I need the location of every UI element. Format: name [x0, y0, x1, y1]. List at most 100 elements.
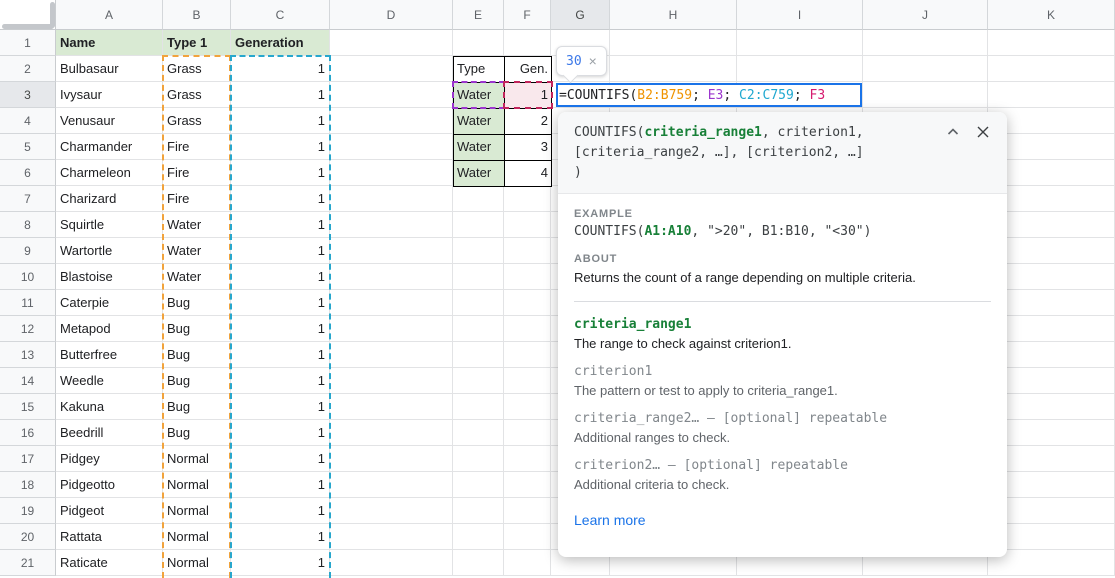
cell-E19[interactable]: [453, 498, 504, 524]
cell-E10[interactable]: [453, 264, 504, 290]
cell-C4[interactable]: 1: [231, 108, 330, 134]
cell-D5[interactable]: [330, 134, 453, 160]
cell-D19[interactable]: [330, 498, 453, 524]
cell-H2[interactable]: [610, 56, 737, 82]
cell-A11[interactable]: Caterpie: [56, 290, 163, 316]
cell-K10[interactable]: [988, 264, 1115, 290]
row-header-7[interactable]: 7: [0, 186, 56, 212]
cell-A18[interactable]: Pidgeotto: [56, 472, 163, 498]
cell-F13[interactable]: [504, 342, 551, 368]
chevron-up-icon[interactable]: [945, 124, 961, 140]
cell-D9[interactable]: [330, 238, 453, 264]
col-header-B[interactable]: B: [163, 0, 231, 30]
col-header-E[interactable]: E: [453, 0, 504, 30]
cell-D7[interactable]: [330, 186, 453, 212]
cell-A13[interactable]: Butterfree: [56, 342, 163, 368]
cell-K11[interactable]: [988, 290, 1115, 316]
cell-C5[interactable]: 1: [231, 134, 330, 160]
cell-F4[interactable]: 2: [504, 108, 551, 134]
col-header-K[interactable]: K: [988, 0, 1115, 30]
cell-K12[interactable]: [988, 316, 1115, 342]
row-header-2[interactable]: 2: [0, 56, 56, 82]
cell-B12[interactable]: Bug: [163, 316, 231, 342]
row-header-14[interactable]: 14: [0, 368, 56, 394]
cell-A5[interactable]: Charmander: [56, 134, 163, 160]
cell-F8[interactable]: [504, 212, 551, 238]
row-header-1[interactable]: 1: [0, 30, 56, 56]
cell-A7[interactable]: Charizard: [56, 186, 163, 212]
cell-B16[interactable]: Bug: [163, 420, 231, 446]
row-header-19[interactable]: 19: [0, 498, 56, 524]
cell-A3[interactable]: Ivysaur: [56, 82, 163, 108]
cell-A9[interactable]: Wartortle: [56, 238, 163, 264]
row-header-17[interactable]: 17: [0, 446, 56, 472]
cell-A8[interactable]: Squirtle: [56, 212, 163, 238]
cell-F9[interactable]: [504, 238, 551, 264]
cell-B18[interactable]: Normal: [163, 472, 231, 498]
cell-B8[interactable]: Water: [163, 212, 231, 238]
cell-E5[interactable]: Water: [453, 134, 504, 160]
cell-E16[interactable]: [453, 420, 504, 446]
cell-D12[interactable]: [330, 316, 453, 342]
cell-C20[interactable]: 1: [231, 524, 330, 550]
cell-I2[interactable]: [737, 56, 863, 82]
row-header-20[interactable]: 20: [0, 524, 56, 550]
cell-K7[interactable]: [988, 186, 1115, 212]
cell-B20[interactable]: Normal: [163, 524, 231, 550]
cell-F20[interactable]: [504, 524, 551, 550]
cell-E15[interactable]: [453, 394, 504, 420]
cell-B11[interactable]: Bug: [163, 290, 231, 316]
cell-A6[interactable]: Charmeleon: [56, 160, 163, 186]
select-all-corner[interactable]: [0, 0, 56, 30]
cell-D2[interactable]: [330, 56, 453, 82]
cell-D4[interactable]: [330, 108, 453, 134]
cell-B14[interactable]: Bug: [163, 368, 231, 394]
cell-A17[interactable]: Pidgey: [56, 446, 163, 472]
cell-F15[interactable]: [504, 394, 551, 420]
cell-B10[interactable]: Water: [163, 264, 231, 290]
cell-K4[interactable]: [988, 108, 1115, 134]
cell-A14[interactable]: Weedle: [56, 368, 163, 394]
cell-J2[interactable]: [863, 56, 988, 82]
cell-D11[interactable]: [330, 290, 453, 316]
cell-D13[interactable]: [330, 342, 453, 368]
cell-D10[interactable]: [330, 264, 453, 290]
cell-B5[interactable]: Fire: [163, 134, 231, 160]
cell-C17[interactable]: 1: [231, 446, 330, 472]
row-header-5[interactable]: 5: [0, 134, 56, 160]
row-header-21[interactable]: 21: [0, 550, 56, 576]
cell-A1[interactable]: Name: [56, 30, 163, 56]
cell-K3[interactable]: [988, 82, 1115, 108]
cell-F7[interactable]: [504, 186, 551, 212]
cell-D17[interactable]: [330, 446, 453, 472]
cell-C21[interactable]: 1: [231, 550, 330, 576]
cell-C3[interactable]: 1: [231, 82, 330, 108]
row-header-18[interactable]: 18: [0, 472, 56, 498]
cell-D18[interactable]: [330, 472, 453, 498]
cell-E11[interactable]: [453, 290, 504, 316]
cell-J1[interactable]: [863, 30, 988, 56]
cell-E20[interactable]: [453, 524, 504, 550]
cell-A19[interactable]: Pidgeot: [56, 498, 163, 524]
cell-E21[interactable]: [453, 550, 504, 576]
cell-H1[interactable]: [610, 30, 737, 56]
cell-D21[interactable]: [330, 550, 453, 576]
cell-F18[interactable]: [504, 472, 551, 498]
cell-E2[interactable]: Type: [453, 56, 504, 82]
cell-E13[interactable]: [453, 342, 504, 368]
cell-B19[interactable]: Normal: [163, 498, 231, 524]
cell-B9[interactable]: Water: [163, 238, 231, 264]
cell-C10[interactable]: 1: [231, 264, 330, 290]
cell-B2[interactable]: Grass: [163, 56, 231, 82]
cell-D6[interactable]: [330, 160, 453, 186]
cell-F3[interactable]: 1: [504, 82, 551, 108]
cell-F2[interactable]: Gen.: [504, 56, 551, 82]
cell-C9[interactable]: 1: [231, 238, 330, 264]
cell-D20[interactable]: [330, 524, 453, 550]
row-header-16[interactable]: 16: [0, 420, 56, 446]
cell-K2[interactable]: [988, 56, 1115, 82]
cell-E6[interactable]: Water: [453, 160, 504, 186]
cell-A20[interactable]: Rattata: [56, 524, 163, 550]
cell-K5[interactable]: [988, 134, 1115, 160]
cell-K8[interactable]: [988, 212, 1115, 238]
